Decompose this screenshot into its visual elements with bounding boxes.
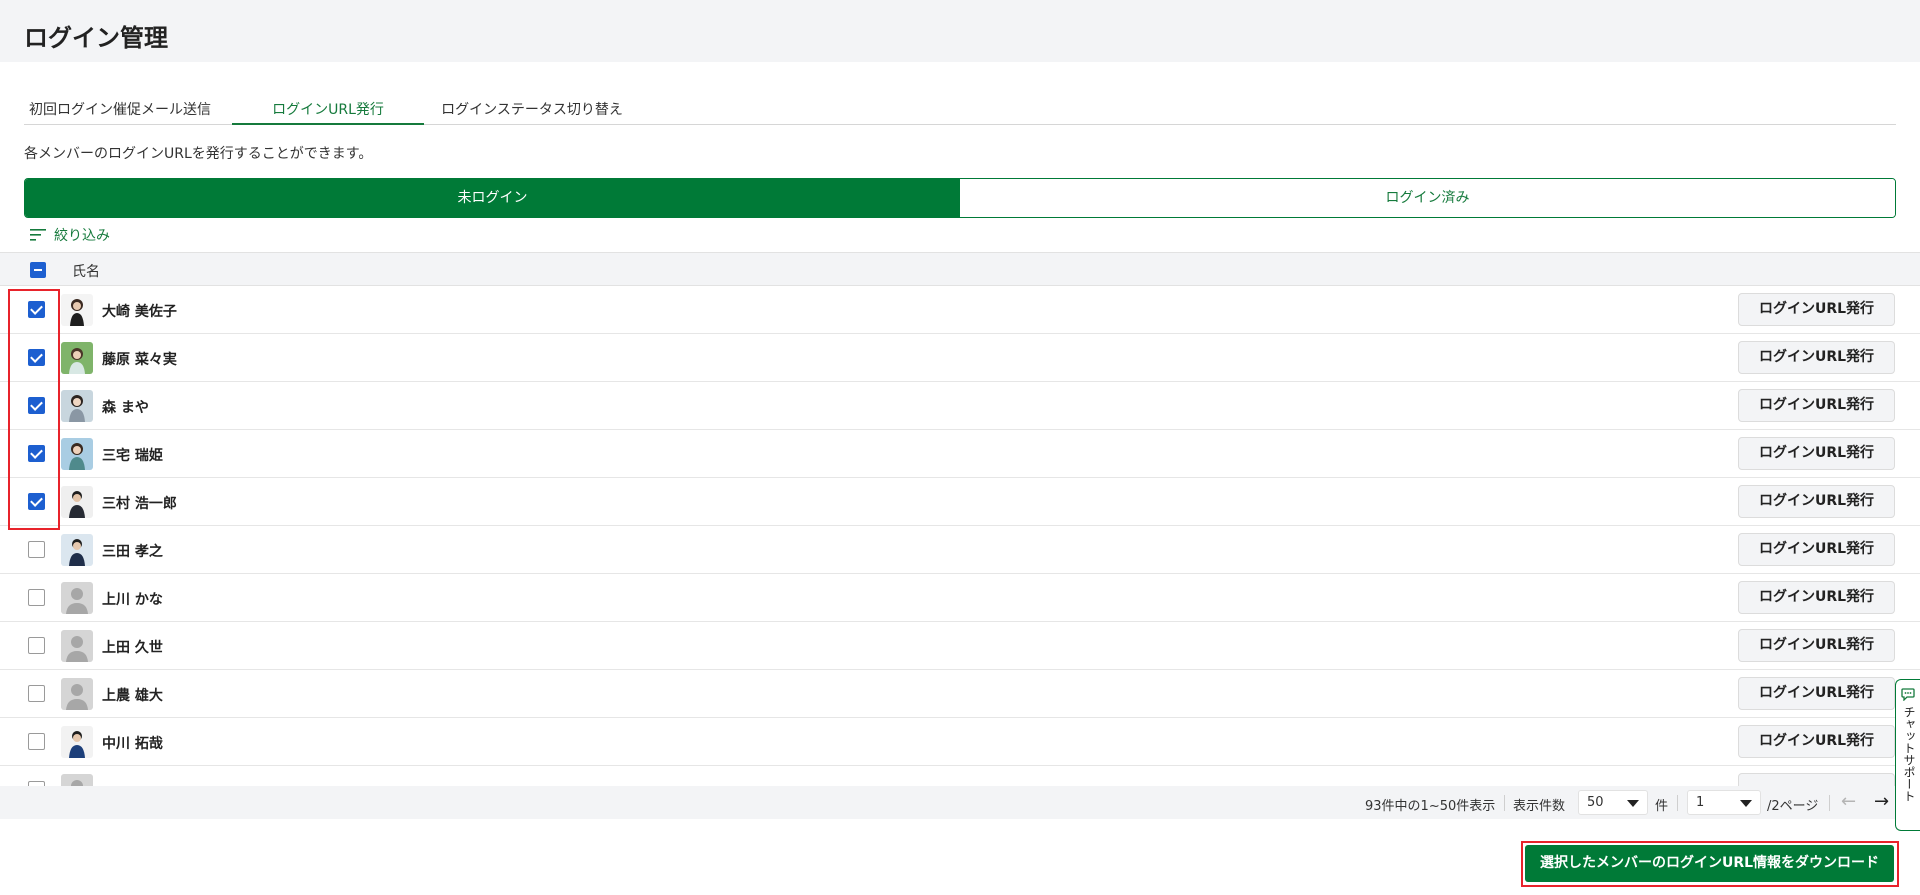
- per-page-value: 50: [1587, 795, 1604, 810]
- avatar: [61, 438, 93, 470]
- table-row: 三村 浩一郎 ログインURL発行: [0, 478, 1920, 526]
- chat-support-tab[interactable]: チャットサポート: [1895, 679, 1920, 831]
- page-total: /2ページ: [1767, 799, 1819, 814]
- chat-bubble-icon: [1901, 688, 1915, 701]
- member-name: 上農 雄大: [102, 688, 163, 704]
- table-row: 三田 孝之 ログインURL発行: [0, 526, 1920, 574]
- avatar-placeholder-icon: [61, 630, 93, 662]
- table-row: 上田 久世 ログインURL発行: [0, 622, 1920, 670]
- tab-bar: 初回ログイン催促メール送信 ログインURL発行 ログインステータス切り替え: [24, 96, 1896, 125]
- member-table-body: 大崎 美佐子 ログインURL発行 藤原 菜々実 ログインURL発行 森 まや ロ…: [0, 286, 1920, 786]
- per-page-label: 表示件数: [1513, 799, 1566, 814]
- avatar-placeholder-icon: [61, 774, 93, 786]
- selected-rows-highlight: [8, 289, 60, 530]
- issue-login-url-button[interactable]: ログインURL発行: [1738, 533, 1895, 566]
- segment-logged-in[interactable]: ログイン済み: [960, 179, 1895, 217]
- table-row: 森 まや ログインURL発行: [0, 382, 1920, 430]
- page-select[interactable]: 1: [1687, 790, 1761, 815]
- row-checkbox[interactable]: [28, 685, 45, 702]
- row-checkbox[interactable]: [28, 733, 45, 750]
- member-name: 三宅 瑞姫: [102, 448, 163, 464]
- member-name: 藤原 菜々実: [102, 352, 177, 368]
- table-row: 三宅 瑞姫 ログインURL発行: [0, 430, 1920, 478]
- tab-login-status-switch[interactable]: ログインステータス切り替え: [424, 96, 640, 125]
- download-login-url-button[interactable]: 選択したメンバーのログインURL情報をダウンロード: [1525, 845, 1894, 882]
- issue-login-url-button[interactable]: ログインURL発行: [1738, 485, 1895, 518]
- table-row: 藤原 菜々実 ログインURL発行: [0, 334, 1920, 382]
- issue-login-url-button[interactable]: ログインURL発行: [1738, 389, 1895, 422]
- previous-page-arrow-icon[interactable]: ←: [1841, 791, 1856, 812]
- avatar: [61, 534, 93, 566]
- avatar-placeholder-icon: [61, 678, 93, 710]
- issue-login-url-button[interactable]: ログインURL発行: [1738, 341, 1895, 374]
- chevron-down-icon: [1627, 800, 1639, 807]
- select-all-checkbox[interactable]: [30, 262, 46, 278]
- tab-login-url-issue[interactable]: ログインURL発行: [232, 96, 424, 125]
- column-header-name: 氏名: [72, 264, 100, 280]
- filter-label: 絞り込み: [54, 228, 110, 244]
- issue-login-url-button[interactable]: ログインURL発行: [1738, 629, 1895, 662]
- tab-first-login-reminder[interactable]: 初回ログイン催促メール送信: [24, 96, 216, 125]
- page-description: 各メンバーのログインURLを発行することができます。: [24, 146, 373, 162]
- download-button-highlight: 選択したメンバーのログインURL情報をダウンロード: [1521, 841, 1899, 887]
- avatar: [61, 342, 93, 374]
- per-page-select[interactable]: 50: [1578, 790, 1648, 815]
- member-name: 三田 孝之: [102, 544, 163, 560]
- issue-login-url-button[interactable]: ログインURL発行: [1738, 677, 1895, 710]
- issue-login-url-button[interactable]: ログインURL発行: [1738, 437, 1895, 470]
- table-row: 上農 雄大 ログインURL発行: [0, 670, 1920, 718]
- chevron-down-icon: [1740, 800, 1752, 807]
- table-header: 氏名: [0, 252, 1920, 286]
- divider: [1677, 795, 1678, 811]
- chat-support-label: チャットサポート: [1902, 706, 1916, 802]
- avatar: [61, 486, 93, 518]
- issue-login-url-button[interactable]: ログインURL発行: [1738, 581, 1895, 614]
- issue-login-url-button[interactable]: [1738, 773, 1895, 786]
- member-name: 三村 浩一郎: [102, 496, 177, 512]
- table-row-partial: [0, 766, 1920, 786]
- row-checkbox[interactable]: [28, 589, 45, 606]
- member-name: 中川 拓哉: [102, 736, 163, 752]
- next-page-arrow-icon[interactable]: →: [1874, 791, 1889, 812]
- record-summary: 93件中の1~50件表示: [1365, 799, 1496, 814]
- issue-login-url-button[interactable]: ログインURL発行: [1738, 293, 1895, 326]
- filter-button[interactable]: 絞り込み: [30, 224, 110, 246]
- segment-not-logged-in[interactable]: 未ログイン: [25, 179, 960, 217]
- row-checkbox[interactable]: [28, 541, 45, 558]
- member-name: 上田 久世: [102, 640, 163, 656]
- avatar: [61, 726, 93, 758]
- filter-icon: [30, 229, 46, 241]
- table-row: 上川 かな ログインURL発行: [0, 574, 1920, 622]
- avatar: [61, 390, 93, 422]
- page-header: ログイン管理: [0, 0, 1920, 62]
- divider: [1829, 795, 1830, 811]
- member-name: 大崎 美佐子: [102, 304, 177, 320]
- table-row: 中川 拓哉 ログインURL発行: [0, 718, 1920, 766]
- avatar-placeholder-icon: [61, 582, 93, 614]
- table-row: 大崎 美佐子 ログインURL発行: [0, 286, 1920, 334]
- pagination-bar: 93件中の1~50件表示 表示件数 50 件 1 /2ページ ← →: [0, 786, 1920, 819]
- row-checkbox[interactable]: [28, 637, 45, 654]
- divider: [1504, 795, 1505, 811]
- login-status-toggle: 未ログイン ログイン済み: [24, 178, 1896, 218]
- issue-login-url-button[interactable]: ログインURL発行: [1738, 725, 1895, 758]
- avatar: [61, 294, 93, 326]
- page-title: ログイン管理: [24, 24, 168, 52]
- member-name: 上川 かな: [102, 592, 163, 608]
- per-page-unit: 件: [1655, 799, 1669, 814]
- member-name: 森 まや: [102, 400, 149, 416]
- page-value: 1: [1696, 795, 1705, 810]
